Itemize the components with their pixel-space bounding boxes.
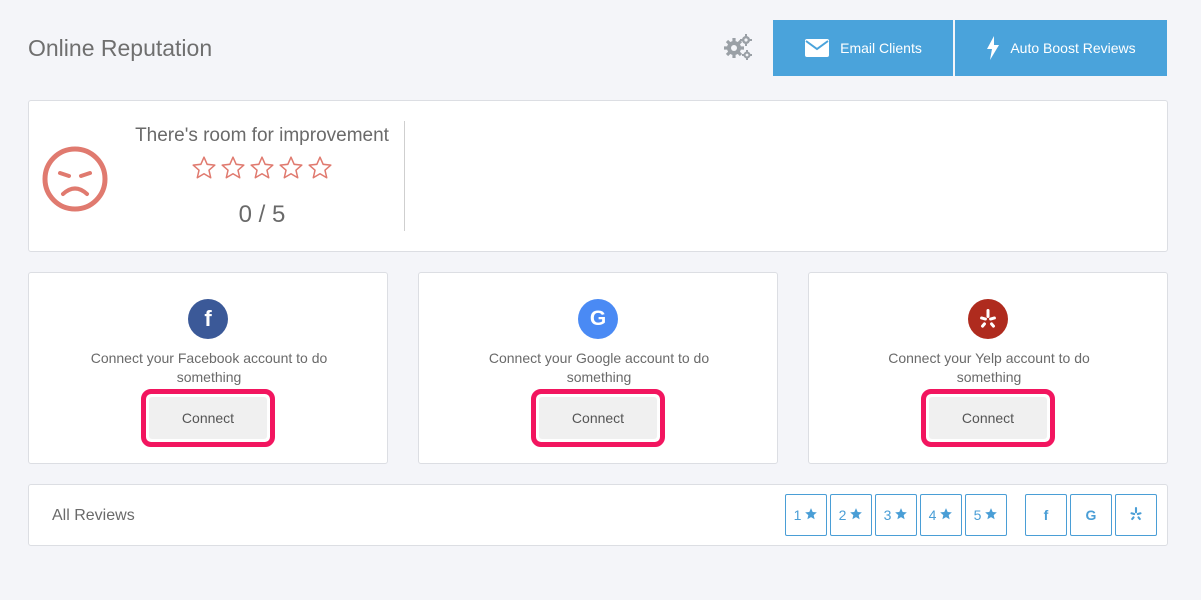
facebook-connect-card: f Connect your Facebook account to do so… — [28, 272, 388, 464]
google-connect-card: G Connect your Google account to do some… — [418, 272, 778, 464]
yelp-icon — [968, 299, 1008, 339]
yelp-connect-button[interactable]: Connect — [929, 397, 1047, 439]
yelp-connect-card: Connect your Yelp account to do somethin… — [808, 272, 1168, 464]
filter-4-star[interactable]: 4 — [920, 494, 962, 536]
google-icon: G — [1085, 507, 1097, 523]
facebook-icon: f — [188, 299, 228, 339]
yelp-icon — [1129, 506, 1143, 524]
auto-boost-reviews-button[interactable]: Auto Boost Reviews — [955, 20, 1167, 76]
star-icon — [191, 155, 217, 186]
filter-number: 5 — [973, 507, 982, 523]
google-icon: G — [578, 299, 618, 339]
facebook-connect-highlight: Connect — [141, 389, 275, 447]
filter-number: 1 — [793, 507, 802, 523]
filter-5-star[interactable]: 5 — [965, 494, 1007, 536]
page-title: Online Reputation — [28, 35, 213, 61]
filter-number: 4 — [928, 507, 937, 523]
star-icon — [249, 155, 275, 186]
star-icon — [849, 507, 863, 524]
lightning-bolt-icon — [986, 36, 1000, 60]
google-description: Connect your Google account to do someth… — [488, 350, 710, 385]
email-clients-button[interactable]: Email Clients — [773, 20, 953, 76]
facebook-description: Connect your Facebook account to do some… — [90, 350, 328, 385]
filter-1-star[interactable]: 1 — [785, 494, 827, 536]
star-icon — [307, 155, 333, 186]
star-icon — [984, 507, 998, 524]
filter-3-star[interactable]: 3 — [875, 494, 917, 536]
rating-summary-card: There's room for improvement 0 / 5 — [28, 100, 1168, 252]
envelope-icon — [804, 38, 830, 58]
star-icon — [804, 507, 818, 524]
yelp-connect-highlight: Connect — [921, 389, 1055, 447]
all-reviews-label: All Reviews — [52, 507, 135, 524]
rating-score: 0 / 5 — [238, 201, 286, 228]
rating-message: There's room for improvement — [135, 125, 389, 146]
google-connect-highlight: Connect — [531, 389, 665, 447]
facebook-connect-button[interactable]: Connect — [149, 397, 267, 439]
star-icon — [278, 155, 304, 186]
filter-number: 3 — [883, 507, 892, 523]
gears-icon[interactable] — [722, 32, 754, 62]
filter-google[interactable]: G — [1070, 494, 1112, 536]
filter-facebook[interactable]: f — [1025, 494, 1067, 536]
filter-number: 2 — [838, 507, 847, 523]
sad-face-icon — [41, 145, 109, 213]
star-icon — [939, 507, 953, 524]
email-clients-label: Email Clients — [840, 40, 922, 56]
auto-boost-reviews-label: Auto Boost Reviews — [1010, 40, 1136, 56]
google-connect-button[interactable]: Connect — [539, 397, 657, 439]
all-reviews-bar: All Reviews 1 2 3 4 5 f G — [28, 484, 1168, 546]
rating-stars — [131, 155, 393, 186]
filter-2-star[interactable]: 2 — [830, 494, 872, 536]
star-icon — [220, 155, 246, 186]
filter-yelp[interactable] — [1115, 494, 1157, 536]
divider — [404, 121, 405, 231]
facebook-icon: f — [1043, 507, 1049, 523]
yelp-description: Connect your Yelp account to do somethin… — [888, 350, 1090, 385]
star-icon — [894, 507, 908, 524]
